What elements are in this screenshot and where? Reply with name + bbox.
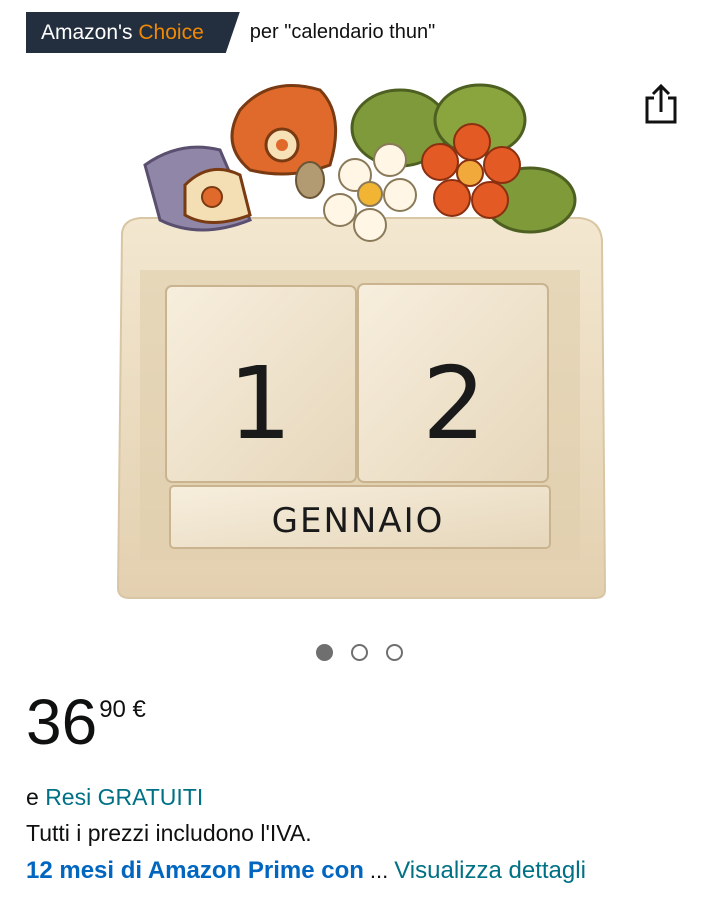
amazons-choice-badge[interactable]: Amazon's Choice (26, 12, 240, 53)
day-digit-2: 2 (422, 345, 486, 462)
day-digit-1: 1 (228, 345, 292, 462)
price-whole: 36 (26, 686, 98, 758)
badge-query: per "calendario thun" (249, 21, 436, 43)
price: 36 90 € (26, 690, 146, 754)
prime-offer-text[interactable]: 12 mesi di Amazon Prime con (26, 857, 364, 885)
returns-line: e Resi GRATUITI (26, 784, 203, 811)
free-returns-link[interactable]: Resi GRATUITI (45, 784, 203, 810)
returns-prefix: e (26, 784, 39, 810)
carousel-dot[interactable] (351, 644, 368, 661)
image-carousel-dots[interactable] (316, 644, 403, 661)
amazons-choice-row: Amazon's Choice per "calendario thun" (26, 12, 435, 53)
product-image[interactable]: 1 2 GENNAIO (100, 70, 620, 610)
month-label: GENNAIO (272, 501, 445, 541)
prime-offer: 12 mesi di Amazon Prime con ... Visualiz… (26, 857, 586, 885)
carousel-dot[interactable] (316, 644, 333, 661)
vat-note: Tutti i prezzi includono l'IVA. (26, 820, 312, 846)
badge-prefix: Amazon's (41, 21, 139, 44)
price-fraction: 90 € (99, 696, 146, 723)
badge-highlight: Choice (138, 21, 204, 44)
prime-ellipsis: ... (369, 858, 389, 883)
share-icon[interactable] (643, 82, 679, 124)
view-details-link[interactable]: Visualizza dettagli (394, 857, 586, 885)
carousel-dot[interactable] (386, 644, 403, 661)
